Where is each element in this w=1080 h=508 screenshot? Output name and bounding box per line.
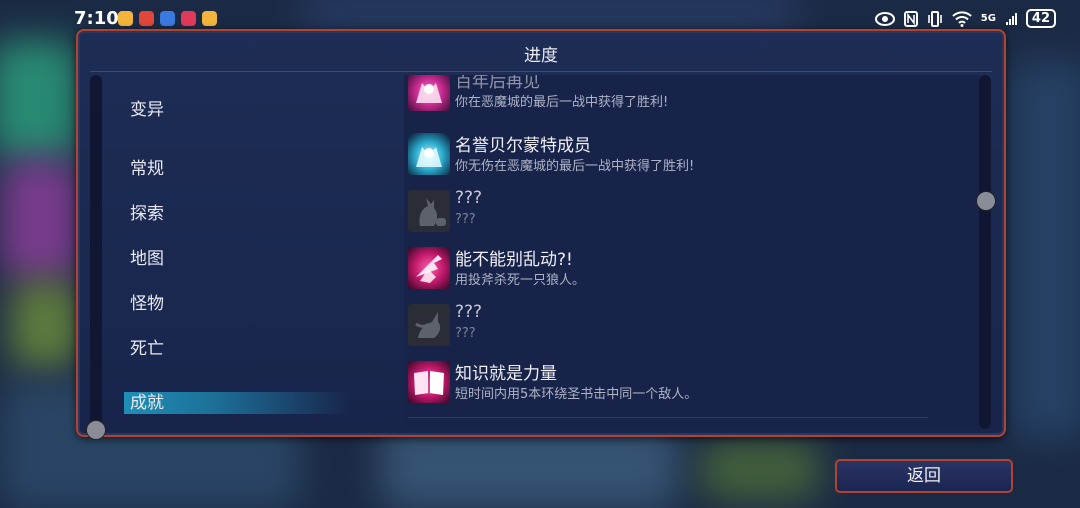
- category-achievements[interactable]: 成就: [124, 392, 350, 414]
- panel-title: 进度: [524, 46, 558, 66]
- achievement-desc: 用投斧杀死一只狼人。: [455, 273, 586, 288]
- achievement-row[interactable]: 能不能别乱动?! 用投斧杀死一只狼人。: [404, 245, 979, 293]
- notification-icons: [118, 11, 217, 26]
- category-mutations[interactable]: 变异: [130, 95, 164, 120]
- vibrate-icon: [927, 10, 942, 27]
- category-map[interactable]: 地图: [130, 244, 164, 269]
- category-deaths[interactable]: 死亡: [130, 334, 164, 359]
- wifi-icon: [952, 10, 972, 27]
- creature-silhouette-icon: [408, 304, 450, 346]
- back-button[interactable]: 返回: [835, 459, 1013, 493]
- book-icon: [408, 361, 450, 403]
- achievement-desc: 你在恶魔城的最后一战中获得了胜利!: [455, 95, 669, 110]
- achievement-scroll-knob[interactable]: [976, 191, 996, 211]
- achievement-row[interactable]: ??? ???: [404, 188, 979, 236]
- achievement-row[interactable]: 百年后再见 你在恶魔城的最后一战中获得了胜利!: [404, 75, 979, 115]
- list-divider: [408, 417, 928, 418]
- cat-silhouette-icon: [408, 190, 450, 232]
- achievement-scrollbar[interactable]: [979, 75, 991, 429]
- clock: 7:10: [74, 8, 119, 29]
- category-general[interactable]: 常规: [130, 154, 164, 179]
- achievement-name: ???: [455, 188, 483, 208]
- achievement-row[interactable]: ??? ???: [404, 302, 979, 350]
- achievement-list[interactable]: 百年后再见 你在恶魔城的最后一战中获得了胜利! 名誉贝尔蒙特成员 你无伤在恶魔城…: [404, 75, 979, 427]
- network-type: 5G: [980, 13, 996, 24]
- achievement-name: 名誉贝尔蒙特成员: [455, 136, 591, 156]
- signal-icon: [1005, 12, 1017, 25]
- title-divider: [90, 71, 992, 72]
- achievement-name: 百年后再见: [455, 75, 540, 92]
- demon-castle-icon: [408, 75, 450, 111]
- weibo-icon: [118, 11, 133, 26]
- achievement-name: 能不能别乱动?!: [455, 250, 573, 270]
- achievement-row[interactable]: 知识就是力量 短时间内用5本环绕圣书击中同一个敌人。: [404, 359, 979, 407]
- app-icon: [160, 11, 175, 26]
- weibo-icon: [202, 11, 217, 26]
- demon-castle-icon: [408, 133, 450, 175]
- eye-icon: [874, 11, 895, 26]
- app-icon: [139, 11, 154, 26]
- achievement-name: ???: [455, 302, 483, 322]
- category-scroll-knob[interactable]: [86, 420, 106, 440]
- progress-panel: 进度 变异 常规 探索 地图 怪物 死亡 成就 百年后再见 你在恶魔城的最后一战…: [76, 29, 1006, 440]
- category-exploration[interactable]: 探索: [130, 199, 164, 224]
- app-icon: [181, 11, 196, 26]
- axe-wolf-icon: [408, 247, 450, 289]
- achievement-row[interactable]: 名誉贝尔蒙特成员 你无伤在恶魔城的最后一战中获得了胜利!: [404, 131, 979, 179]
- system-indicators: 5G 42: [874, 9, 1056, 28]
- category-scrollbar[interactable]: [90, 75, 102, 429]
- achievement-desc: 短时间内用5本环绕圣书击中同一个敌人。: [455, 387, 698, 402]
- achievement-desc: ???: [455, 212, 476, 227]
- battery-indicator: 42: [1025, 9, 1056, 28]
- achievement-name: 知识就是力量: [455, 364, 557, 384]
- category-monsters[interactable]: 怪物: [130, 289, 164, 314]
- achievement-desc: ???: [455, 326, 476, 341]
- nfc-icon: [903, 10, 918, 27]
- achievement-desc: 你无伤在恶魔城的最后一战中获得了胜利!: [455, 159, 695, 174]
